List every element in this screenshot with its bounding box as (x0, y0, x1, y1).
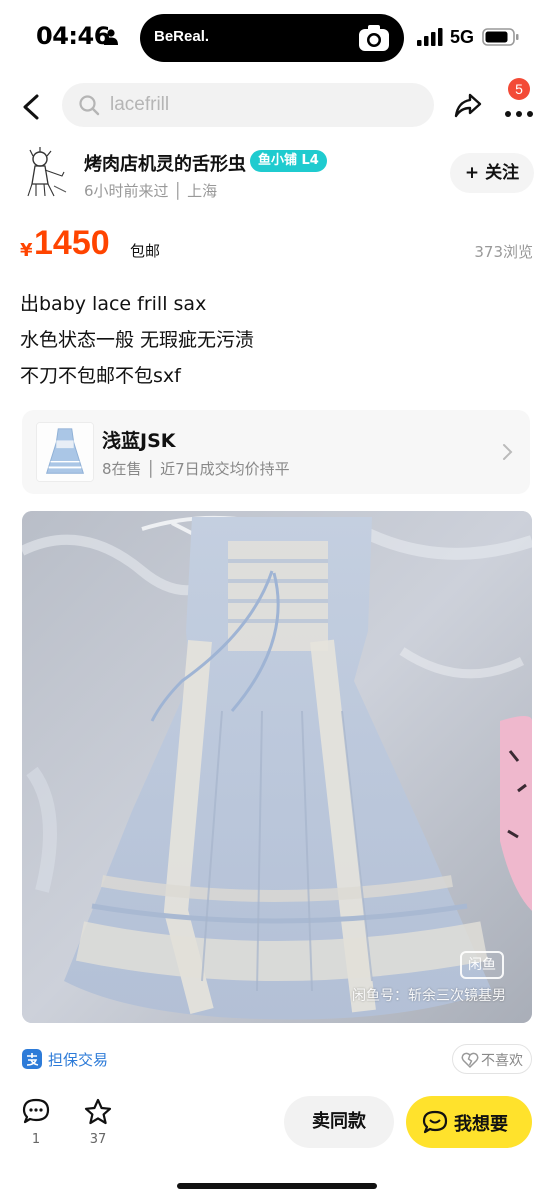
comment-icon[interactable] (22, 1097, 50, 1125)
star-icon[interactable] (83, 1097, 113, 1127)
island-app-label: BeReal. (154, 28, 210, 45)
seller-name[interactable]: 烤肉店机灵的舌形虫 (84, 150, 246, 176)
related-product-card[interactable]: 浅蓝JSK 8在售 │ 近7日成交均价持平 (22, 410, 530, 494)
related-title: 浅蓝JSK (102, 430, 176, 452)
currency-symbol: ¥ (20, 240, 33, 261)
seller-avatar[interactable] (18, 146, 70, 198)
shop-level-badge: 鱼小铺 L4 (250, 150, 327, 172)
camera-icon (359, 25, 389, 51)
status-bar: 04:46 BeReal. 5G (0, 0, 553, 76)
search-input[interactable]: lacefrill (62, 83, 434, 127)
want-button[interactable]: 我想要 (406, 1096, 532, 1148)
related-thumbnail (36, 422, 94, 482)
dress-image (22, 511, 532, 1023)
follow-button[interactable]: + 关注 (450, 153, 534, 193)
network-label: 5G (450, 27, 475, 47)
share-icon[interactable] (453, 90, 483, 120)
view-count: 373浏览 (474, 243, 533, 261)
home-indicator[interactable] (177, 1183, 377, 1189)
chat-bubble-icon (422, 1110, 448, 1134)
photo-watermark: 闲鱼号：斩余三次镜基男 (352, 988, 506, 1004)
back-arrow-icon[interactable] (18, 92, 46, 122)
broken-heart-icon (461, 1052, 479, 1069)
shipping-label: 包邮 (130, 242, 161, 260)
description-line: 不刀不包邮不包sxf (20, 365, 181, 387)
signal-icon (417, 28, 443, 46)
battery-icon (482, 28, 519, 46)
status-time: 04:46 (36, 22, 110, 50)
related-meta: 8在售 │ 近7日成交均价持平 (102, 460, 290, 478)
product-photo[interactable]: 闲鱼 闲鱼号：斩余三次镜基男 (22, 511, 532, 1023)
sell-same-button[interactable]: 卖同款 (284, 1096, 394, 1148)
person-icon (104, 29, 118, 45)
notification-badge: 5 (508, 78, 530, 100)
search-icon (79, 95, 100, 116)
search-placeholder: lacefrill (110, 94, 170, 115)
want-label: 我想要 (454, 1114, 508, 1135)
description: 出baby lace frill sax 水色状态一般 无瑕疵无污渍 不刀不包邮… (20, 286, 254, 394)
description-line: 水色状态一般 无瑕疵无污渍 (20, 329, 255, 351)
watermark-logo: 闲鱼 (460, 951, 504, 979)
price: 1450 (34, 224, 110, 262)
seller-meta: 6小时前来过 │ 上海 (84, 182, 218, 200)
description-line: 出baby lace frill sax (20, 293, 207, 315)
dislike-label: 不喜欢 (481, 1053, 523, 1069)
top-nav: lacefrill 5 (0, 78, 553, 132)
chevron-right-icon (503, 444, 513, 460)
alipay-icon (22, 1049, 42, 1069)
favorite-count: 37 (89, 1132, 107, 1147)
dislike-button[interactable]: 不喜欢 (452, 1044, 532, 1074)
comment-count: 1 (31, 1132, 41, 1147)
dynamic-island[interactable]: BeReal. (140, 14, 404, 62)
guarantee-label: 担保交易 (48, 1051, 109, 1069)
